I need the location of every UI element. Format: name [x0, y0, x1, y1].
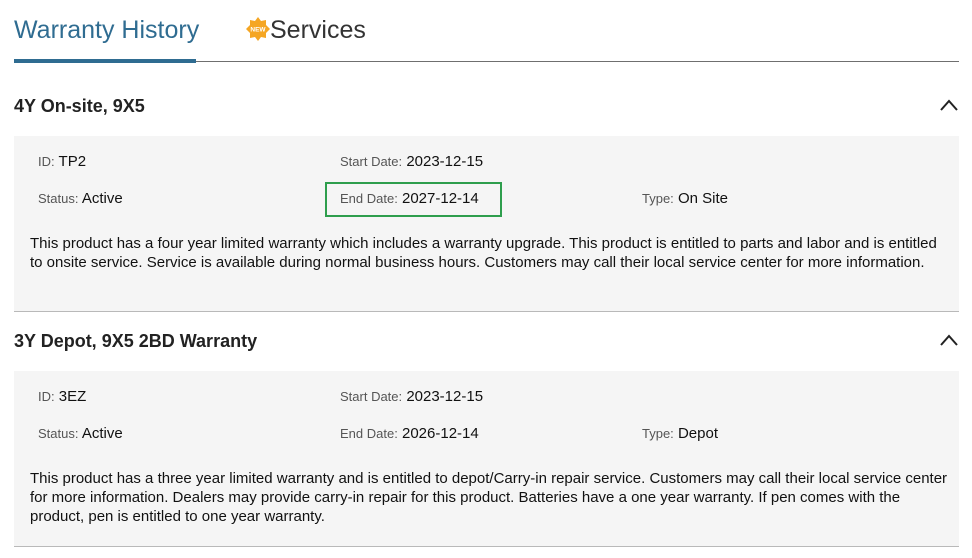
- warranty-type: Type: On Site: [642, 190, 728, 207]
- new-badge-text: NEW: [250, 27, 266, 34]
- new-badge-icon: NEW: [246, 17, 270, 41]
- warranty-header[interactable]: 3Y Depot, 9X5 2BD Warranty: [14, 311, 959, 371]
- warranty-type: Type: Depot: [642, 425, 718, 442]
- warranty-section: 4Y On-site, 9X5 ID: TP2 Start Date: 2023…: [14, 76, 959, 312]
- chevron-up-icon[interactable]: [939, 98, 959, 112]
- status-value: Active: [81, 190, 123, 207]
- end-date-label: End Date:: [340, 426, 398, 441]
- warranty-description: This product has a three year limited wa…: [30, 470, 948, 525]
- warranty-header[interactable]: 4Y On-site, 9X5: [14, 76, 959, 136]
- tab-warranty-history[interactable]: Warranty History: [14, 0, 200, 63]
- warranty-start-date: Start Date: 2023-12-15: [340, 153, 483, 170]
- warranty-description: This product has a four year limited war…: [30, 235, 937, 271]
- warranty-id: ID: 3EZ: [38, 388, 86, 405]
- active-tab-indicator: [14, 59, 196, 63]
- warranty-status: Status: Active: [38, 190, 123, 207]
- end-date-label: End Date:: [340, 191, 398, 206]
- warranty-section: 3Y Depot, 9X5 2BD Warranty ID: 3EZ Start…: [14, 311, 959, 547]
- warranty-end-date: End Date: 2027-12-14: [340, 190, 479, 207]
- start-date-label: Start Date:: [340, 389, 403, 404]
- warranty-end-date: End Date: 2026-12-14: [340, 425, 479, 442]
- start-date-value: 2023-12-15: [406, 153, 484, 170]
- id-value: TP2: [58, 153, 87, 170]
- status-value: Active: [81, 425, 123, 442]
- start-date-value: 2023-12-15: [406, 388, 484, 405]
- status-label: Status:: [38, 426, 79, 441]
- warranty-title: 4Y On-site, 9X5: [14, 96, 145, 116]
- status-label: Status:: [38, 191, 79, 206]
- chevron-up-icon[interactable]: [939, 333, 959, 347]
- type-label: Type:: [642, 191, 674, 206]
- end-date-value: 2027-12-14: [402, 190, 479, 207]
- tab-bar: Warranty History NEW Services: [14, 0, 959, 63]
- warranty-start-date: Start Date: 2023-12-15: [340, 388, 483, 405]
- type-label: Type:: [642, 426, 674, 441]
- warranty-details-card: ID: TP2 Start Date: 2023-12-15 Status: A…: [14, 136, 959, 312]
- type-value: On Site: [677, 190, 728, 207]
- warranty-title: 3Y Depot, 9X5 2BD Warranty: [14, 331, 258, 351]
- tab-warranty-history-label: Warranty History: [14, 16, 200, 44]
- type-value: Depot: [677, 425, 718, 442]
- warranty-details-card: ID: 3EZ Start Date: 2023-12-15 Status: A…: [14, 371, 959, 547]
- start-date-label: Start Date:: [340, 154, 403, 169]
- id-value: 3EZ: [58, 388, 87, 405]
- warranty-status: Status: Active: [38, 425, 123, 442]
- warranty-id: ID: TP2: [38, 153, 86, 170]
- end-date-value: 2026-12-14: [402, 425, 479, 442]
- tab-services[interactable]: NEW Services: [246, 0, 366, 62]
- id-label: ID:: [38, 154, 55, 169]
- id-label: ID:: [38, 389, 55, 404]
- tab-services-label: Services: [270, 16, 366, 44]
